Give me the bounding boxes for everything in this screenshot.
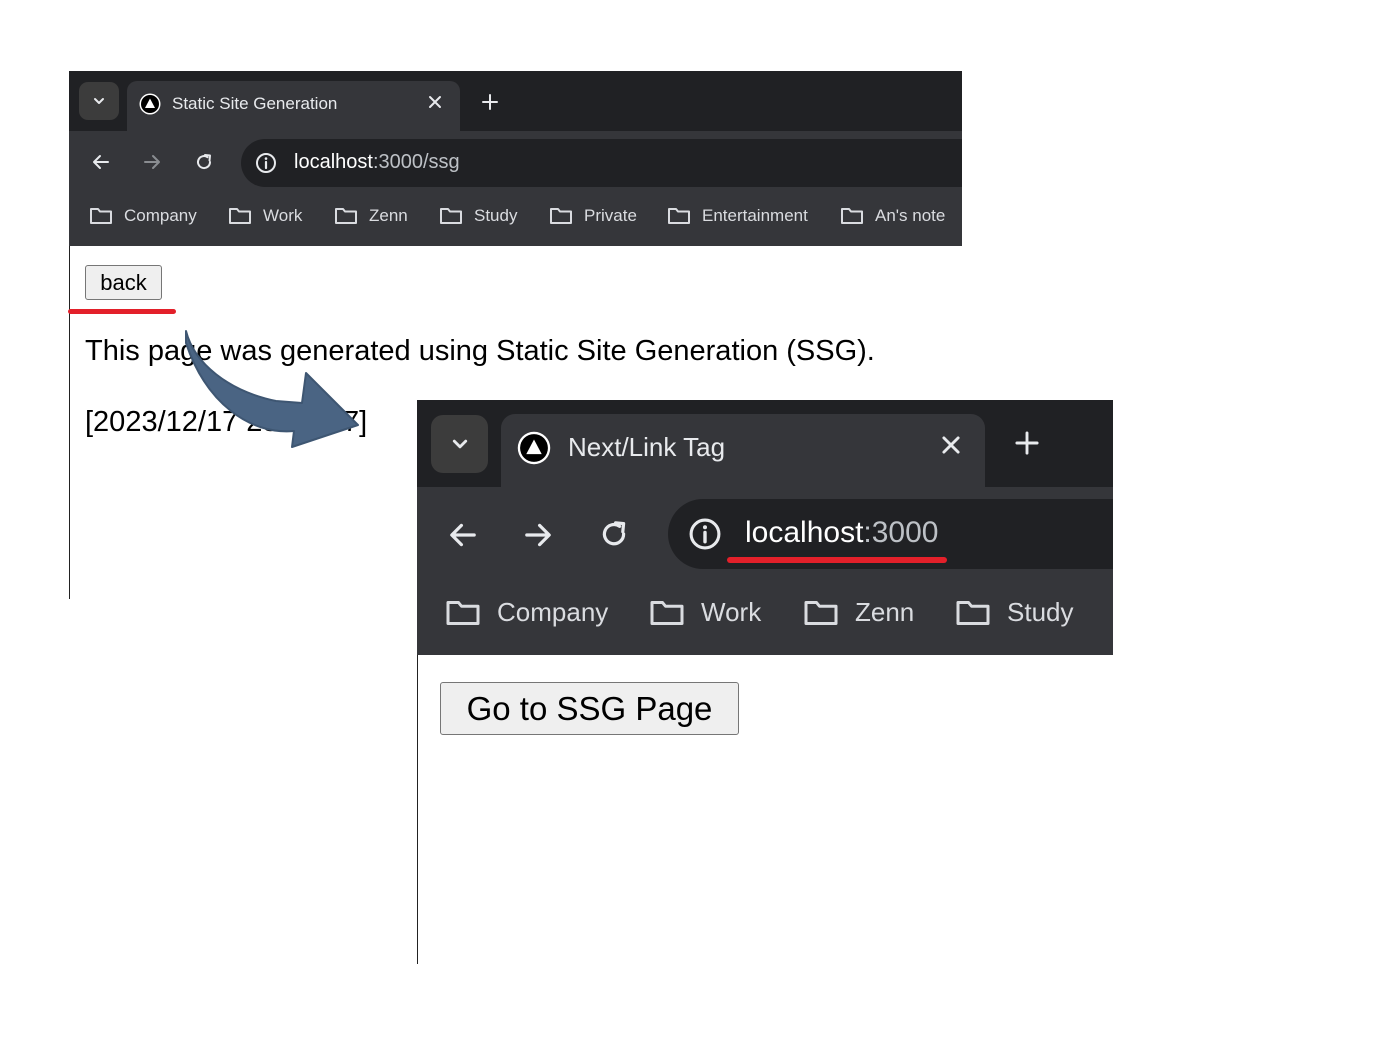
go-to-ssg-page-button[interactable]: Go to SSG Page xyxy=(440,682,739,735)
folder-icon xyxy=(804,600,838,625)
close-tab-icon[interactable] xyxy=(941,435,961,455)
bookmark-folder-entertainment[interactable]: Entertainment xyxy=(667,206,808,226)
tab-static-site-generation[interactable]: Static Site Generation xyxy=(127,81,460,131)
highlight-underline xyxy=(68,309,176,314)
url-host: localhost xyxy=(294,151,373,173)
chevron-down-icon xyxy=(94,98,104,104)
bookmark-folder-zenn[interactable]: Zenn xyxy=(334,206,408,226)
plus-icon xyxy=(1015,431,1039,455)
folder-icon xyxy=(440,208,462,224)
bookmark-folder-ans-note[interactable]: An's note xyxy=(840,206,945,226)
bookmark-folder-zenn[interactable]: Zenn xyxy=(803,597,914,628)
bookmark-folder-company[interactable]: Company xyxy=(89,206,197,226)
tab-strip: Static Site Generation xyxy=(69,71,962,131)
plus-icon xyxy=(482,94,498,110)
reload-icon[interactable] xyxy=(194,152,214,172)
forward-arrow-icon[interactable] xyxy=(142,152,162,172)
url-host: localhost xyxy=(745,516,864,549)
bookmark-folder-work[interactable]: Work xyxy=(649,597,761,628)
close-tab-icon[interactable] xyxy=(428,95,442,109)
nextjs-favicon-icon xyxy=(139,93,161,115)
tab-search-button[interactable] xyxy=(431,415,488,473)
highlight-underline xyxy=(727,557,947,563)
back-arrow-icon[interactable] xyxy=(91,152,111,172)
folder-icon xyxy=(841,208,863,224)
folder-icon xyxy=(446,600,480,625)
nextjs-favicon-icon xyxy=(517,431,551,465)
bookmark-folder-study[interactable]: Study xyxy=(439,206,517,226)
new-tab-button[interactable] xyxy=(1007,423,1047,463)
bookmark-folder-company[interactable]: Company xyxy=(445,597,608,628)
address-bar[interactable]: localhost:3000 xyxy=(668,499,1113,569)
url-text: localhost:3000/ssg xyxy=(294,151,460,174)
bookmarks-bar: Company Work Zenn Study Private Entertai… xyxy=(69,188,962,246)
url-text: localhost:3000 xyxy=(745,516,938,550)
toolbar: localhost:3000/ssg xyxy=(69,131,962,188)
bookmarks-bar: Company Work Zenn Study xyxy=(417,570,1113,655)
folder-icon xyxy=(650,600,684,625)
annotation-arrow-icon xyxy=(185,330,359,448)
tab-search-button[interactable] xyxy=(79,82,119,120)
url-path: :3000/ssg xyxy=(372,151,460,173)
address-bar[interactable]: localhost:3000/ssg xyxy=(241,139,962,187)
bookmark-folder-work[interactable]: Work xyxy=(228,206,302,226)
folder-icon xyxy=(668,208,690,224)
new-tab-button[interactable] xyxy=(473,85,507,119)
site-info-icon[interactable] xyxy=(255,152,277,174)
bookmark-folder-private[interactable]: Private xyxy=(549,206,637,226)
folder-icon xyxy=(90,208,112,224)
toolbar: localhost:3000 xyxy=(417,487,1113,570)
reload-icon[interactable] xyxy=(598,518,630,550)
browser-window-next-link: Next/Link Tag localhost:3000 Company Wor… xyxy=(417,400,1114,964)
url-path: :3000 xyxy=(863,516,939,549)
page-content: Go to SSG Page xyxy=(417,655,1114,964)
chevron-down-icon xyxy=(452,439,467,449)
tab-title: Static Site Generation xyxy=(172,94,338,113)
back-arrow-icon[interactable] xyxy=(447,519,479,551)
back-button[interactable]: back xyxy=(85,265,162,300)
site-info-icon[interactable] xyxy=(688,517,722,551)
tab-title: Next/Link Tag xyxy=(568,432,726,462)
tab-next-link-tag[interactable]: Next/Link Tag xyxy=(501,414,985,487)
bookmark-folder-study[interactable]: Study xyxy=(955,597,1074,628)
tab-strip: Next/Link Tag xyxy=(417,400,1113,487)
folder-icon xyxy=(229,208,251,224)
forward-arrow-icon[interactable] xyxy=(522,519,554,551)
folder-icon xyxy=(335,208,357,224)
folder-icon xyxy=(550,208,572,224)
folder-icon xyxy=(956,600,990,625)
